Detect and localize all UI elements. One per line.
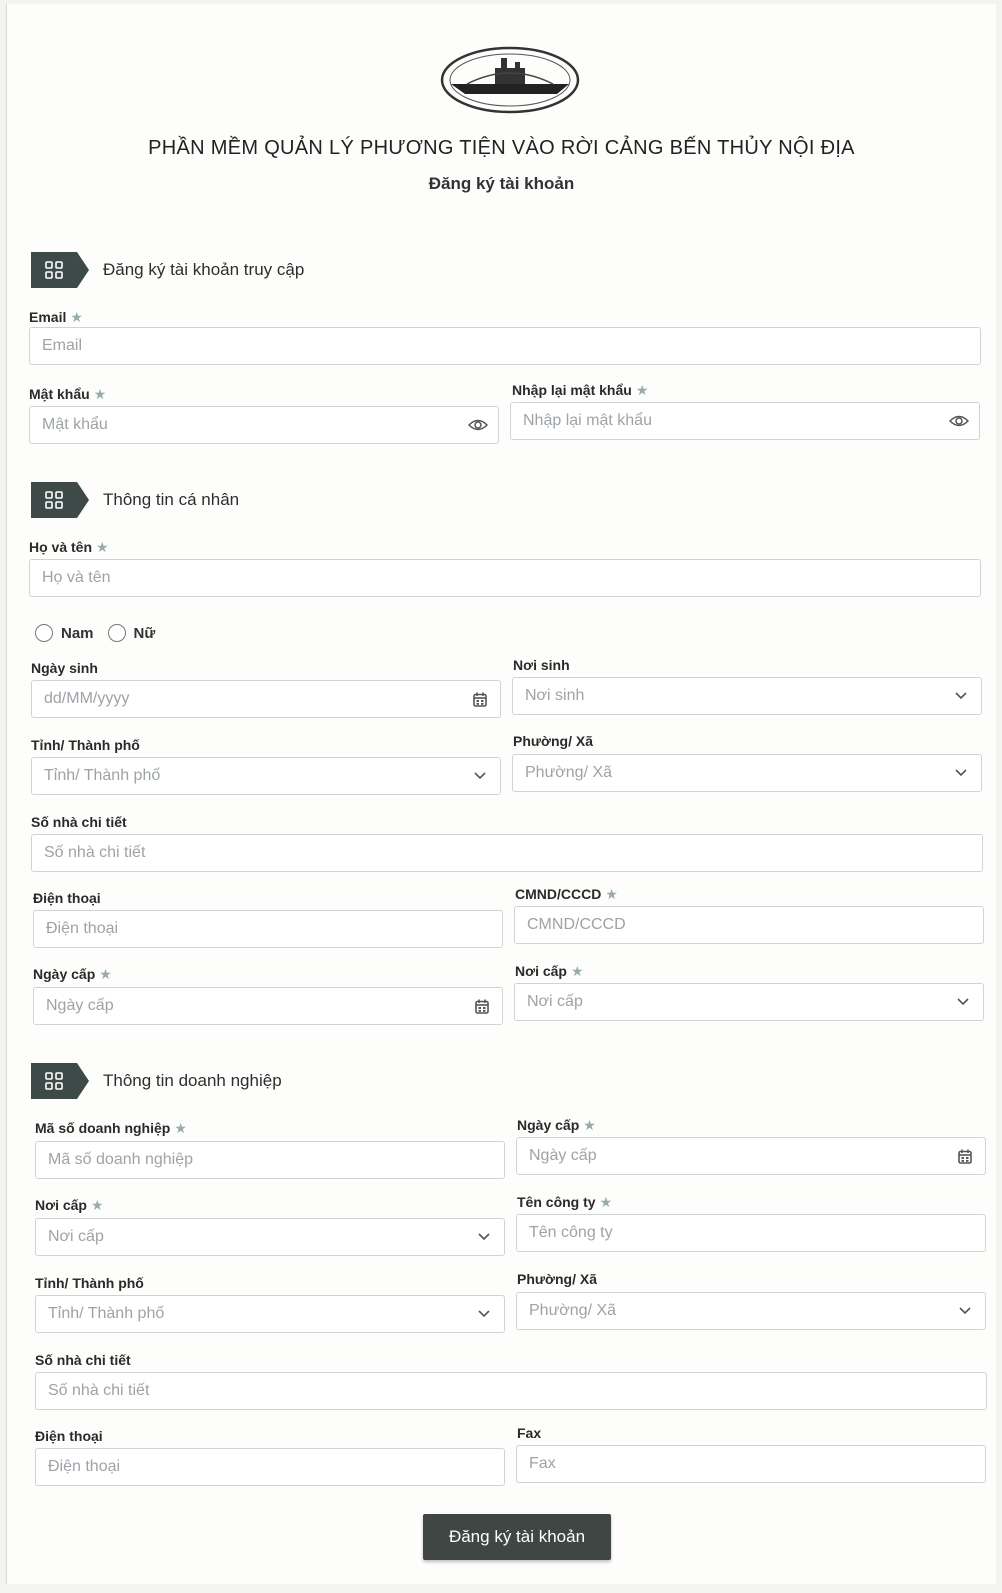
grid-icon — [45, 491, 63, 509]
eye-icon[interactable] — [945, 414, 973, 428]
fullname-field[interactable]: Họ và tên — [29, 559, 981, 597]
calendar-icon[interactable] — [951, 1149, 979, 1164]
business-province-label: Tỉnh/ Thành phố — [35, 1275, 144, 1291]
port-authority-logo — [440, 46, 580, 114]
password-label: Mật khẩu ★ — [29, 386, 107, 402]
business-ward-select[interactable]: Phường/ Xã — [516, 1292, 986, 1330]
business-issue-date-field[interactable]: Ngày cấp — [516, 1137, 986, 1175]
chevron-down-icon — [470, 1310, 498, 1318]
dob-field[interactable]: dd/MM/yyyy — [31, 680, 501, 718]
chevron-down-icon — [951, 1307, 979, 1315]
calendar-icon[interactable] — [466, 692, 494, 707]
company-name-field[interactable]: Tên công ty — [516, 1214, 986, 1252]
calendar-icon[interactable] — [468, 999, 496, 1014]
section-badge — [31, 482, 89, 518]
app-title: PHẦN MỀM QUẢN LÝ PHƯƠNG TIỆN VÀO RỜI CẢN… — [148, 137, 855, 159]
issue-date-label: Ngày cấp ★ — [33, 966, 112, 982]
business-phone-field[interactable]: Điện thoại — [35, 1448, 505, 1486]
ward-label: Phường/ Xã — [513, 733, 593, 749]
issue-place-select[interactable]: Nơi cấp — [514, 983, 984, 1021]
section-business: Thông tin doanh nghiệp — [31, 1063, 282, 1099]
birthplace-label: Nơi sinh — [513, 657, 570, 673]
section-title: Đăng ký tài khoản truy cập — [103, 260, 305, 279]
eye-icon[interactable] — [464, 418, 492, 432]
fax-field[interactable]: Fax — [516, 1445, 986, 1483]
gender-male-radio[interactable] — [35, 624, 53, 642]
business-ward-label: Phường/ Xã — [517, 1271, 597, 1287]
confirm-password-field[interactable]: Nhập lại mật khẩu — [510, 402, 980, 440]
email-label: Email ★ — [29, 309, 83, 325]
gender-female-label: Nữ — [133, 624, 156, 642]
section-personal: Thông tin cá nhân — [31, 482, 239, 518]
business-issue-place-select[interactable]: Nơi cấp — [35, 1218, 505, 1256]
company-name-label: Tên công ty ★ — [517, 1194, 613, 1210]
fullname-label: Họ và tên ★ — [29, 539, 109, 555]
section-badge — [31, 1063, 89, 1099]
section-badge — [31, 252, 89, 288]
registration-page: PHẦN MỀM QUẢN LÝ PHƯƠNG TIỆN VÀO RỜI CẢN… — [6, 4, 996, 1584]
tax-code-label: Mã số doanh nghiệp ★ — [35, 1120, 187, 1136]
chevron-down-icon — [470, 1233, 498, 1241]
province-label: Tỉnh/ Thành phố — [31, 737, 140, 753]
id-number-field[interactable]: CMND/CCCD — [514, 906, 984, 944]
register-button[interactable]: Đăng ký tài khoản — [423, 1514, 611, 1560]
address-field[interactable]: Số nhà chi tiết — [31, 834, 983, 872]
confirm-password-label: Nhập lại mật khẩu ★ — [512, 382, 649, 398]
password-field[interactable]: Mật khẩu — [29, 406, 499, 444]
page-subtitle: Đăng ký tài khoản — [428, 174, 575, 193]
fax-label: Fax — [517, 1425, 542, 1441]
gender-female-radio[interactable] — [107, 624, 126, 642]
business-phone-label: Điện thoại — [35, 1428, 103, 1444]
business-issue-date-label: Ngày cấp ★ — [517, 1117, 596, 1133]
ward-select[interactable]: Phường/ Xã — [512, 754, 982, 792]
dob-label: Ngày sinh — [31, 660, 98, 676]
phone-field[interactable]: Điện thoại — [33, 910, 503, 948]
grid-icon — [45, 1072, 63, 1090]
business-address-label: Số nhà chi tiết — [35, 1352, 131, 1368]
id-number-label: CMND/CCCD ★ — [515, 886, 618, 902]
email-field[interactable]: Email — [29, 327, 981, 365]
issue-place-label: Nơi cấp ★ — [515, 963, 584, 979]
section-account: Đăng ký tài khoản truy cập — [31, 252, 304, 288]
section-title: Thông tin doanh nghiệp — [103, 1071, 282, 1090]
address-label: Số nhà chi tiết — [31, 814, 127, 830]
chevron-down-icon — [466, 772, 494, 780]
tax-code-field[interactable]: Mã số doanh nghiệp — [35, 1141, 505, 1179]
business-address-field[interactable]: Số nhà chi tiết — [35, 1372, 987, 1410]
birthplace-select[interactable]: Nơi sinh — [512, 677, 982, 715]
issue-date-field[interactable]: Ngày cấp — [33, 987, 503, 1025]
phone-label: Điện thoại — [33, 890, 101, 906]
gender-male-label: Nam — [61, 624, 94, 642]
grid-icon — [45, 261, 63, 279]
chevron-down-icon — [949, 998, 977, 1006]
business-province-select[interactable]: Tỉnh/ Thành phố — [35, 1295, 505, 1333]
section-title: Thông tin cá nhân — [103, 490, 240, 509]
chevron-down-icon — [947, 769, 975, 777]
gender-radio-group: Nam Nữ — [35, 624, 169, 642]
province-select[interactable]: Tỉnh/ Thành phố — [31, 757, 501, 795]
chevron-down-icon — [947, 692, 975, 700]
business-issue-place-label: Nơi cấp ★ — [35, 1197, 104, 1213]
